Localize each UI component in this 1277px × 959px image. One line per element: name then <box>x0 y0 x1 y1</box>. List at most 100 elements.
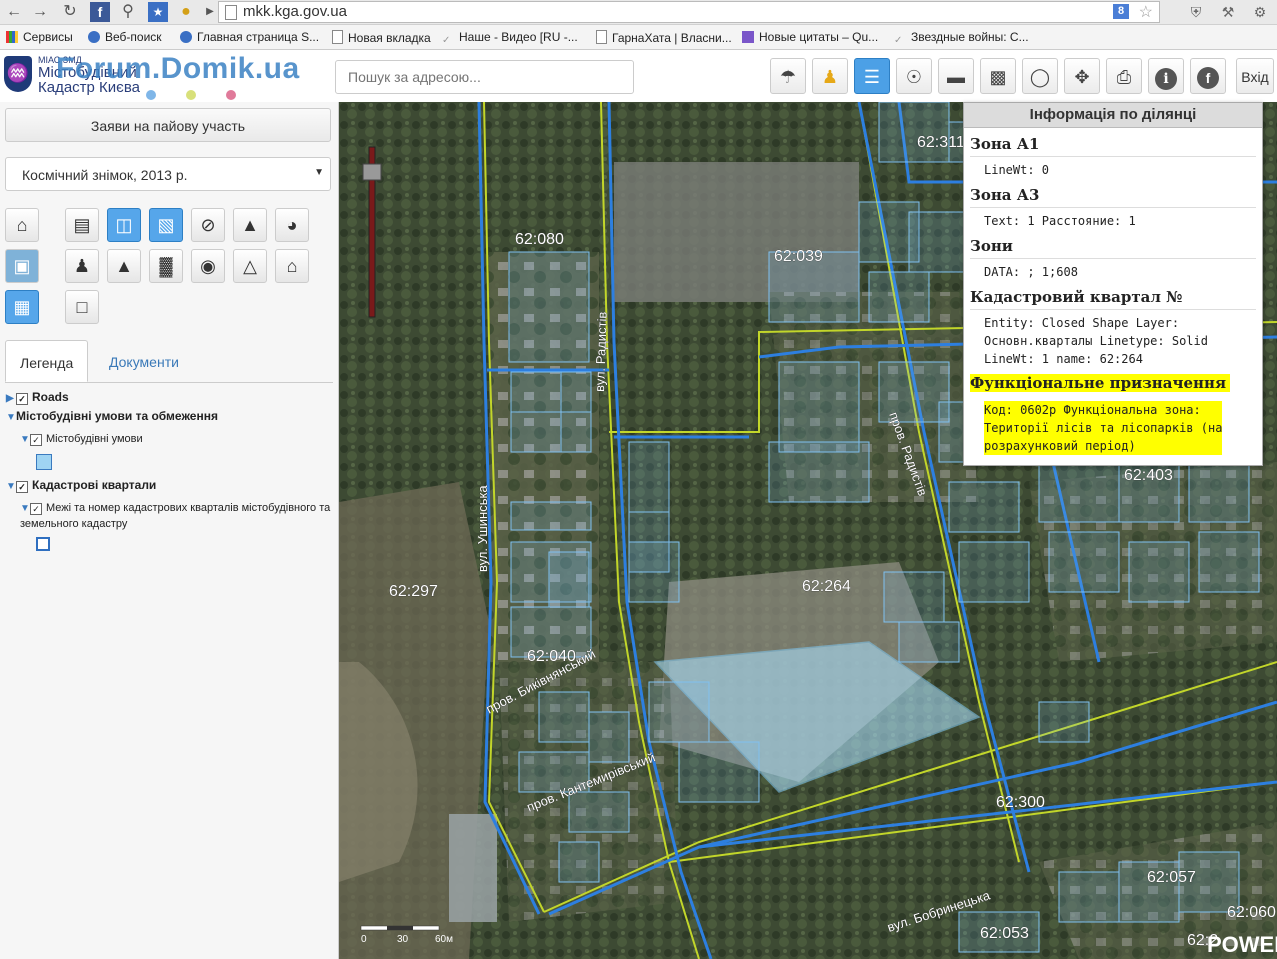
info-heading-zones: Зони <box>970 237 1013 255</box>
scale-label-30: 30 <box>397 934 409 945</box>
bookmark-new-tab[interactable]: Новая вкладка <box>332 30 431 45</box>
umbrella-icon[interactable]: ☂ <box>770 58 806 94</box>
globe-icon[interactable]: ◯ <box>1022 58 1058 94</box>
billboard-layer-icon[interactable]: □ <box>65 290 99 324</box>
tab-documents[interactable]: Документи <box>95 340 193 382</box>
bookmark-nashe[interactable]: ✓ Наше - Видео [RU -... <box>442 30 578 47</box>
parcel-info-title: Інформація по ділянці <box>964 103 1262 128</box>
people-layer-icon[interactable]: ♟ <box>65 249 99 283</box>
shop-layer-icon[interactable]: ⌂ <box>5 208 39 242</box>
info-text-zone-a1: LineWt: 0 <box>984 163 1050 177</box>
move-icon[interactable]: ✥ <box>1064 58 1100 94</box>
legend-urban-group[interactable]: ▼Містобудівні умови та обмеження <box>6 409 218 423</box>
address-bar[interactable]: mkk.kga.gov.ua 8 ☆ <box>218 1 1160 23</box>
address-search[interactable] <box>335 60 634 94</box>
chevron-down-icon[interactable]: ▼ <box>20 434 30 445</box>
cadastral-checkbox[interactable]: ✓ <box>16 481 28 493</box>
share-participation-button[interactable]: Заяви на пайову участь <box>5 108 331 142</box>
urban-conditions-checkbox[interactable]: ✓ <box>30 434 42 446</box>
bookmark-star-icon[interactable]: ☆ <box>1139 2 1153 22</box>
legend-urban-conditions[interactable]: ▼ ✓ Містобудівні умови <box>20 433 143 446</box>
info-heading-zone-a3: Зона А3 <box>970 186 1040 204</box>
bowl-layer-icon[interactable]: ◕ <box>275 208 309 242</box>
education-layer-icon[interactable]: ▲ <box>107 249 141 283</box>
terrain-layer-icon[interactable]: ▲ <box>233 208 267 242</box>
chevron-down-icon[interactable]: ▼ <box>20 503 30 514</box>
map-label-62060: 62:060 <box>1227 904 1276 921</box>
chevron-right-icon[interactable]: ▶ <box>6 393 16 404</box>
map-label-62053: 62:053 <box>980 925 1029 942</box>
shield-ext-icon[interactable]: ⛨ <box>1186 2 1206 22</box>
network-icon[interactable]: ▩ <box>980 58 1016 94</box>
parcels-layer-icon[interactable]: ◫ <box>107 208 141 242</box>
cadastral-bounds-checkbox[interactable]: ✓ <box>30 503 42 515</box>
chevron-down-icon[interactable]: ▼ <box>6 481 16 492</box>
bookmark-ext-icon[interactable]: ★ <box>148 2 168 22</box>
document-layer-icon[interactable]: ▤ <box>65 208 99 242</box>
bookmark-web-search[interactable]: Веб-поиск <box>88 30 162 44</box>
zoom-slider-handle[interactable] <box>362 163 382 181</box>
info-text-zone-a3: Text: 1 Расстояние: 1 <box>984 214 1136 228</box>
facebook-icon[interactable]: f <box>1190 58 1226 94</box>
map-layer-icon[interactable]: ▣ <box>5 249 39 283</box>
bookmark-garnahata[interactable]: ГарнаХата | Власни... <box>596 30 732 45</box>
wrench-icon[interactable]: ⚒ <box>1218 2 1238 22</box>
legend-roads[interactable]: ▶ ✓ Roads <box>6 390 69 405</box>
buildings-layer-icon[interactable]: ▦ <box>5 290 39 324</box>
page-icon <box>225 5 237 20</box>
tab-legend[interactable]: Легенда <box>5 340 89 382</box>
info-text-function: Код: 0602р Функціональна зона: Території… <box>984 401 1223 455</box>
forward-icon[interactable]: → <box>30 2 50 22</box>
compass-icon[interactable]: ☉ <box>896 58 932 94</box>
bookmarks-bar: Сервисы Веб-поиск Главная страница S... … <box>0 25 1277 50</box>
person-icon[interactable]: ♟ <box>812 58 848 94</box>
hatch-layer-icon[interactable]: ▧ <box>149 208 183 242</box>
info-icon[interactable]: i <box>1148 58 1184 94</box>
map-label-62080: 62:080 <box>515 231 564 248</box>
logo-dots <box>146 88 266 103</box>
legend-cadastral-bounds-line2: земельного кадастру <box>20 518 128 530</box>
zoom-ext-icon[interactable]: ⚲ <box>118 2 138 22</box>
scale-label-0: 0 <box>361 934 367 945</box>
back-icon[interactable]: ← <box>4 2 24 22</box>
police-layer-icon[interactable]: ◉ <box>191 249 225 283</box>
bulb-ext-icon[interactable]: ● <box>176 2 196 22</box>
bookmark-starwars[interactable]: ✓ Звездные войны: С... <box>894 30 1029 47</box>
more-ext-icon[interactable]: ▶ <box>200 2 220 22</box>
info-text-zones: DATA: ; 1;608 <box>984 265 1078 279</box>
info-text-cadastral: Entity: Closed Shape Layer: Основн.кварт… <box>984 316 1208 366</box>
scale-label-60: 60м <box>435 934 453 945</box>
printer-icon[interactable]: ⎙ <box>1106 58 1142 94</box>
ruler-icon[interactable]: ▬ <box>938 58 974 94</box>
settings-icon[interactable]: ⚙ <box>1250 2 1270 22</box>
clipboard-icon[interactable]: ☰ <box>854 58 890 94</box>
basemap-select-value: Космічний знімок, 2013 р. <box>22 167 188 183</box>
roads-checkbox[interactable]: ✓ <box>16 393 28 405</box>
basemap-select[interactable]: Космічний знімок, 2013 р. ▼ <box>5 157 331 191</box>
login-button[interactable]: Вхід <box>1236 58 1274 94</box>
road-layer-icon[interactable]: △ <box>233 249 267 283</box>
monument-layer-icon[interactable]: ▓ <box>149 249 183 283</box>
address-search-input[interactable] <box>346 62 630 92</box>
info-heading-function: Функціональне призначення <box>970 374 1231 392</box>
chevron-down-icon[interactable]: ▼ <box>6 412 16 423</box>
legend-cadastral-group[interactable]: ▼ ✓ Кадастрові квартали <box>6 478 156 493</box>
bookmark-quotes[interactable]: Новые цитаты – Qu... <box>742 30 878 44</box>
map-label-62311: 62:311 <box>917 134 965 151</box>
chevron-down-icon: ▼ <box>314 167 324 178</box>
url-text[interactable]: mkk.kga.gov.ua <box>243 3 347 20</box>
info-heading-zone-a1: Зона А1 <box>970 135 1040 153</box>
sidebar-tabs: Легенда Документи <box>5 340 333 383</box>
bookmark-main-page[interactable]: Главная страница S... <box>180 30 319 44</box>
market-layer-icon[interactable]: ⌂ <box>275 249 309 283</box>
facebook-ext-icon[interactable]: f <box>90 2 110 22</box>
map-label-62300: 62:300 <box>996 794 1045 811</box>
kyiv-emblem-icon: ♒ <box>4 56 32 92</box>
legend-cadastral-bounds[interactable]: ▼ ✓ Межі та номер кадастрових кварталів мі… <box>20 502 330 515</box>
map-label-62057: 62:057 <box>1147 869 1196 886</box>
map-label-62039: 62:039 <box>774 248 823 265</box>
restriction-layer-icon[interactable]: ⊘ <box>191 208 225 242</box>
google-search-icon[interactable]: 8 <box>1113 4 1129 19</box>
bookmark-services[interactable]: Сервисы <box>6 30 73 44</box>
reload-icon[interactable]: ↻ <box>60 2 80 22</box>
